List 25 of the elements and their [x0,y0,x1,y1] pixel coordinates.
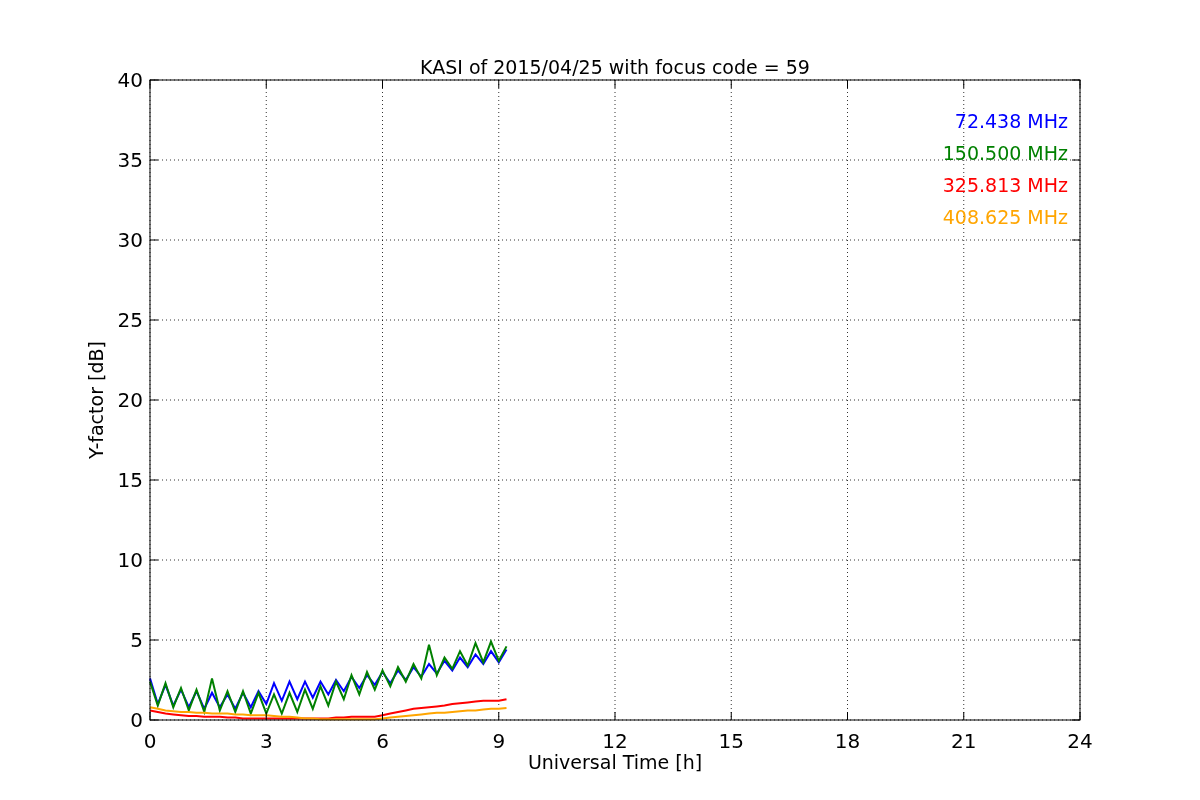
x-tick-label: 15 [718,729,744,753]
x-tick-label: 24 [1067,729,1093,753]
chart-title: KASI of 2015/04/25 with focus code = 59 [420,56,810,78]
y-tick-label: 25 [117,308,143,332]
y-tick-label: 35 [117,148,143,172]
x-tick-label: 9 [492,729,506,753]
legend-label: 325.813 MHz [942,174,1068,196]
legend-label: 408.625 MHz [942,206,1068,228]
legend-label: 72.438 MHz [954,110,1068,132]
y-tick-label: 0 [130,708,143,732]
y-axis-label: Y-factor [dB] [85,341,107,459]
x-tick-label: 12 [602,729,628,753]
x-tick-label: 18 [834,729,861,753]
x-tick-label: 21 [951,729,977,753]
y-tick-label: 20 [117,388,143,412]
x-tick-label: 0 [143,729,157,753]
y-tick-label: 5 [130,628,143,652]
x-axis-label: Universal Time [h] [527,751,703,773]
x-tick-label: 6 [376,729,389,753]
y-tick-label: 30 [117,228,143,252]
x-tick-label: 3 [259,729,273,753]
y-tick-label: 40 [117,68,143,92]
legend-label: 150.500 MHz [942,142,1068,164]
y-tick-label: 10 [117,548,143,572]
y-tick-label: 15 [117,468,143,492]
